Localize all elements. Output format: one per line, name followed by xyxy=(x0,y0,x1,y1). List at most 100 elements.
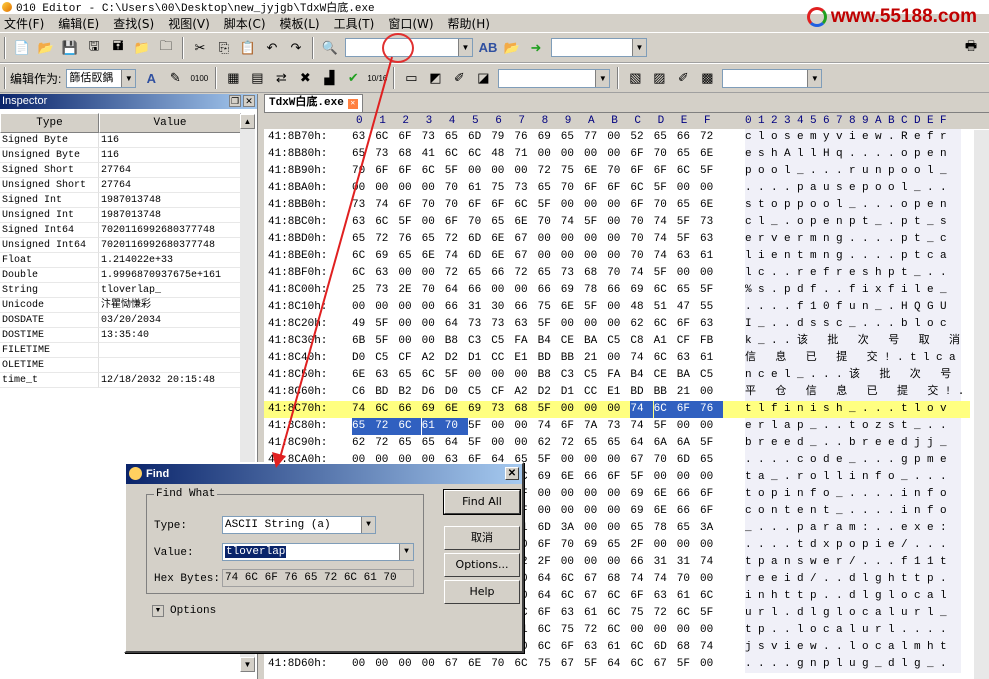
hex-byte[interactable]: 6E xyxy=(654,486,674,503)
hex-byte[interactable]: 74 xyxy=(630,418,650,435)
hex-byte[interactable]: 5F xyxy=(375,333,395,350)
hex-byte[interactable]: 00 xyxy=(607,401,627,418)
hex-byte[interactable]: 70 xyxy=(538,214,558,231)
hex-byte[interactable]: 3A xyxy=(561,520,581,537)
hex-byte[interactable]: 6C xyxy=(607,588,627,605)
hex-byte[interactable]: 75 xyxy=(491,180,511,197)
inspector-row[interactable]: Signed Int64 7020116992680377748 xyxy=(0,223,257,238)
hex-byte[interactable]: 73 xyxy=(561,265,581,282)
hex-byte[interactable]: 62 xyxy=(352,435,372,452)
hex-byte[interactable]: 6F xyxy=(538,537,558,554)
hex-byte[interactable]: 63 xyxy=(375,367,395,384)
hex-byte[interactable]: 64 xyxy=(445,282,465,299)
hex-byte[interactable]: 00 xyxy=(607,486,627,503)
hex-byte[interactable]: 6E xyxy=(468,656,488,673)
hex-byte[interactable]: 5F xyxy=(700,605,720,622)
hex-scrollbar[interactable] xyxy=(974,130,989,679)
hex-byte[interactable]: 6F xyxy=(700,503,720,520)
hex-byte[interactable]: 00 xyxy=(514,418,534,435)
hex-byte[interactable]: 6C xyxy=(398,418,422,435)
menu-script[interactable]: 脚本(C) xyxy=(224,15,266,32)
hex-byte[interactable]: 00 xyxy=(422,656,442,673)
hex-byte[interactable]: 00 xyxy=(700,622,720,639)
hex-byte[interactable]: 6D xyxy=(468,248,488,265)
hex-byte[interactable]: 74 xyxy=(654,248,674,265)
hex-byte[interactable]: 75 xyxy=(561,163,581,180)
hex-byte[interactable]: 6C xyxy=(607,622,627,639)
hex-byte[interactable]: 70 xyxy=(561,180,581,197)
hex-byte[interactable]: 00 xyxy=(561,503,581,520)
hex-byte[interactable]: 00 xyxy=(538,503,558,520)
hex-byte[interactable]: 65 xyxy=(398,367,418,384)
tools-icon[interactable]: ✖ xyxy=(295,68,315,88)
hex-byte[interactable]: 00 xyxy=(561,486,581,503)
ascii-text[interactable]: ervermng....pt_c xyxy=(745,231,961,248)
hex-byte[interactable]: 48 xyxy=(491,146,511,163)
column-header-value[interactable]: Value xyxy=(99,113,241,133)
hex-byte[interactable]: 63 xyxy=(700,316,720,333)
value-input[interactable]: tloverlap ▼ xyxy=(222,543,414,561)
hex-byte[interactable]: 6F xyxy=(538,605,558,622)
hex-byte[interactable]: 00 xyxy=(398,299,418,316)
hex-byte[interactable]: 69 xyxy=(630,486,650,503)
hex-byte[interactable]: 6C xyxy=(538,639,558,656)
scroll-down-icon[interactable]: ▼ xyxy=(240,657,255,672)
hex-byte[interactable]: 00 xyxy=(607,248,627,265)
hex-byte[interactable]: 00 xyxy=(561,231,581,248)
hex-byte[interactable]: 61 xyxy=(677,588,697,605)
hex-row[interactable]: 41:8C80h: 65 72 6C 61 70 5F 00 00 74 6F 7A 73 74 5F 00 0… xyxy=(264,418,970,435)
hex-byte[interactable]: 65 xyxy=(677,197,697,214)
hex-byte[interactable]: 6C xyxy=(561,588,581,605)
hex-byte[interactable]: 74 xyxy=(630,265,650,282)
hex-byte[interactable]: 00 xyxy=(491,282,511,299)
hex-byte[interactable]: 00 xyxy=(538,248,558,265)
hex-byte[interactable]: 70 xyxy=(491,656,511,673)
redo-icon[interactable]: ↷ xyxy=(286,38,306,58)
menu-view[interactable]: 视图(V) xyxy=(168,15,210,32)
hex-byte[interactable]: 00 xyxy=(584,231,604,248)
menu-tools[interactable]: 工具(T) xyxy=(334,15,375,32)
hex-byte[interactable]: 6F xyxy=(630,163,650,180)
hex-byte[interactable]: 6B xyxy=(352,333,372,350)
hex-byte[interactable]: 75 xyxy=(561,622,581,639)
hex-row[interactable]: 41:8BC0h: 63 6C 5F 00 6F 70 65 6E 70 74 5F 00 70 74 5F 7… xyxy=(264,214,970,231)
hex-byte[interactable]: E1 xyxy=(607,384,627,401)
hex-byte[interactable]: 00 xyxy=(677,265,697,282)
ascii-text[interactable]: ....tdxpopie/... xyxy=(745,537,961,554)
hex-byte[interactable]: 00 xyxy=(375,656,395,673)
hex-row[interactable]: 41:8C60h: C6 BD B2 D6 D0 C5 CF A2 D2 D1 CC E1 BD BB 21 0… xyxy=(264,384,970,401)
hex-byte[interactable]: 73 xyxy=(491,401,511,418)
hex-byte[interactable]: BB xyxy=(654,384,674,401)
hex-byte[interactable]: 65 xyxy=(468,265,488,282)
hex-byte[interactable]: 67 xyxy=(654,656,674,673)
ascii-text[interactable]: ....f10fun_.HQGU xyxy=(745,299,961,316)
hex-byte[interactable]: 65 xyxy=(677,520,697,537)
hex-byte[interactable]: 73 xyxy=(514,180,534,197)
hex-byte[interactable]: C6 xyxy=(352,384,372,401)
hex-byte[interactable]: 00 xyxy=(607,452,627,469)
hex-byte[interactable]: 00 xyxy=(398,316,418,333)
hex-byte[interactable]: 2E xyxy=(398,282,418,299)
hex-byte[interactable]: CF xyxy=(398,350,418,367)
hex-byte[interactable]: 00 xyxy=(584,197,604,214)
hex-byte[interactable]: FA xyxy=(607,367,627,384)
hex-byte[interactable]: 75 xyxy=(630,605,650,622)
inspector-row[interactable]: FILETIME xyxy=(0,343,257,358)
hex-byte[interactable]: 6C xyxy=(375,401,395,418)
hex-byte[interactable]: 6E xyxy=(445,401,465,418)
hex-byte[interactable]: 65 xyxy=(607,435,627,452)
hex-row[interactable]: 41:8C20h: 49 5F 00 00 64 73 73 63 5F 00 00 00 62 6C 6F 6… xyxy=(264,316,970,333)
type-select[interactable]: ASCII String (a) ▼ xyxy=(222,516,376,534)
hex-byte[interactable]: 70 xyxy=(654,146,674,163)
inspector-row[interactable]: DOSTIME 13:35:40 xyxy=(0,328,257,343)
ascii-text[interactable]: %s.pdf..fixfile_ xyxy=(745,282,961,299)
hex-byte[interactable]: 6F xyxy=(607,469,627,486)
hex-byte[interactable]: 00 xyxy=(584,316,604,333)
hex-byte[interactable]: 6F xyxy=(491,197,511,214)
folder-icon[interactable]: 🗀 xyxy=(156,38,176,58)
hex-byte[interactable]: 72 xyxy=(375,231,395,248)
hex-byte[interactable]: 69 xyxy=(538,469,558,486)
edit-as-combo[interactable]: 篩佸臤鍝 ▼ xyxy=(66,68,137,88)
hex-byte[interactable]: 00 xyxy=(538,486,558,503)
hex-byte[interactable]: 75 xyxy=(538,656,558,673)
